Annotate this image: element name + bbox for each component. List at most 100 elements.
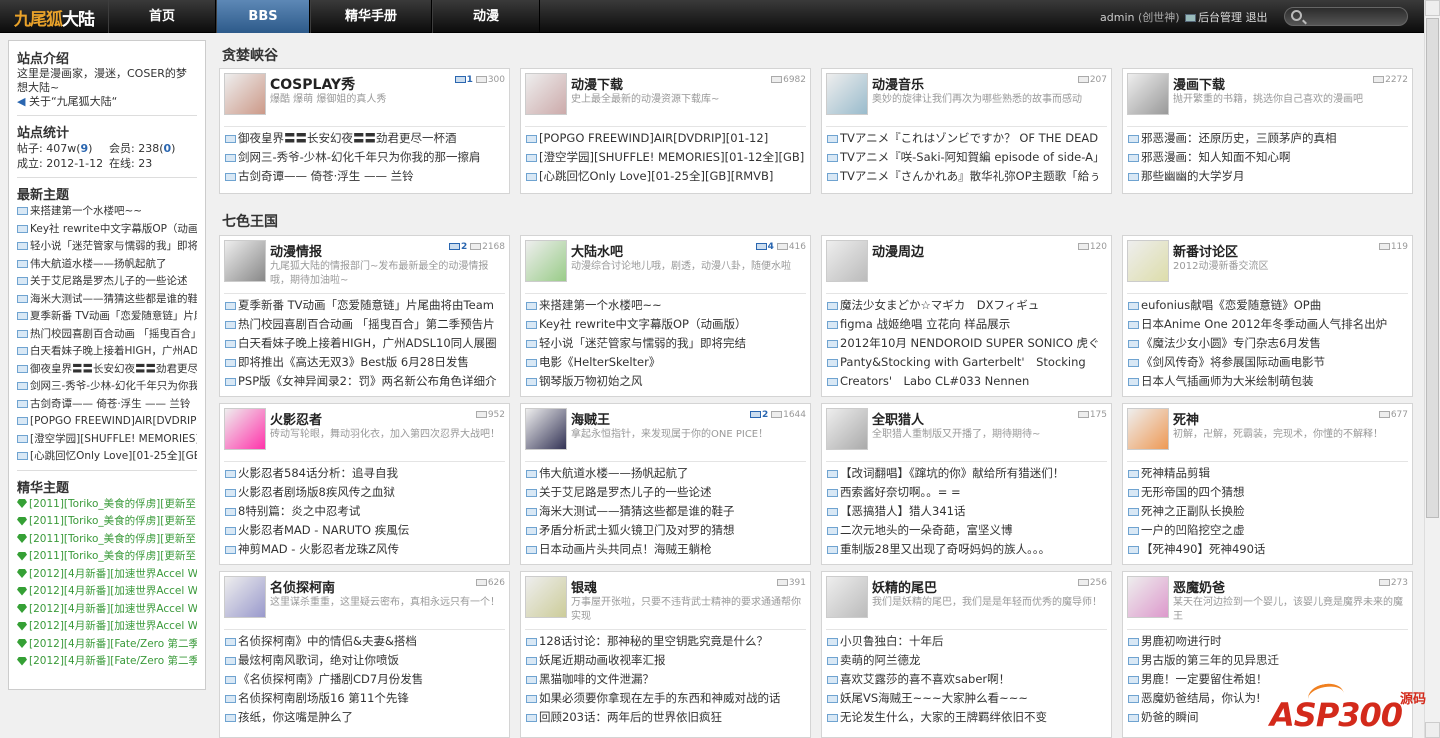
topic-link[interactable]: 无论发生什么，大家的王牌羁绊依旧不变 bbox=[827, 708, 1109, 727]
board-title[interactable]: 海贼王 bbox=[571, 409, 610, 428]
topic-link[interactable]: 《剑风传奇》将参展国际动画电影节 bbox=[1128, 353, 1410, 372]
board-avatar-icon[interactable] bbox=[224, 240, 266, 282]
topic-link[interactable]: 最炫柯南风歌词，绝对让你喷饭 bbox=[225, 651, 507, 670]
topic-link[interactable]: 【改词翻唱】《蹿坑的你》献给所有猎迷们！ bbox=[827, 464, 1109, 483]
topic-link[interactable]: 那些幽幽的大学岁月 bbox=[1128, 167, 1410, 186]
board-avatar-icon[interactable] bbox=[525, 408, 567, 450]
topic-link[interactable]: [POPGO FREEWIND]AIR[DVDRIP][01-12] bbox=[526, 129, 808, 148]
topic-link[interactable]: 热门校园喜剧百合动画 「摇曳百合」第二季预告片 bbox=[225, 315, 507, 334]
topic-link[interactable]: 剑网三-秀爷-少林-幻化千年只为你我的那一擦肩 bbox=[225, 148, 507, 167]
topic-link[interactable]: 《魔法少女小圆》专门杂志6月发售 bbox=[1128, 334, 1410, 353]
topic-link[interactable]: Panty&Stocking with Garterbelt' Stocking bbox=[827, 353, 1109, 372]
topic-link[interactable]: 神剪MAD - 火影忍者龙珠Z风传 bbox=[225, 540, 507, 559]
board-avatar-icon[interactable] bbox=[826, 408, 868, 450]
topic-link[interactable]: 名侦探柯南》中的情侣&夫妻&搭档 bbox=[225, 632, 507, 651]
board-avatar-icon[interactable] bbox=[525, 576, 567, 618]
topic-link[interactable]: 喜欢艾露莎的喜不喜欢saber啊！ bbox=[827, 670, 1109, 689]
elite-topic-item[interactable]: [2012][4月新番][Fate/Zero 第二季 bbox=[17, 636, 197, 654]
topic-link[interactable]: 火影忍者剧场版8疾风传之血狱 bbox=[225, 483, 507, 502]
latest-topic-item[interactable]: [心跳回忆Only Love][01-25全][GB][RMVB] bbox=[17, 448, 197, 466]
latest-topic-item[interactable]: 海米大测试——猜猜这些都是谁的鞋子 bbox=[17, 291, 197, 309]
latest-topic-item[interactable]: 热门校园喜剧百合动画 「摇曳百合」第二季 bbox=[17, 326, 197, 344]
topic-link[interactable]: 孩纸，你这嘴是肿么了 bbox=[225, 708, 507, 727]
topic-link[interactable]: 白天看妹子晚上接着HIGH，广州ADSL10同人展圈 bbox=[225, 334, 507, 353]
board-title[interactable]: 名侦探柯南 bbox=[270, 577, 335, 596]
topic-link[interactable]: 死神之正副队长换脸 bbox=[1128, 502, 1410, 521]
about-link[interactable]: ◀ 关于“九尾狐大陆“ bbox=[17, 95, 197, 109]
topic-link[interactable]: 关于艾尼路是罗杰儿子的一些论述 bbox=[526, 483, 808, 502]
board-title[interactable]: 恶魔奶爸 bbox=[1173, 577, 1225, 596]
board-avatar-icon[interactable] bbox=[826, 576, 868, 618]
nav-home[interactable]: 首页 bbox=[108, 0, 216, 33]
topic-link[interactable]: TVアニメ『咲-Saki-阿知賀編 episode of side-A」 bbox=[827, 148, 1109, 167]
board-title[interactable]: 大陆水吧 bbox=[571, 241, 623, 260]
elite-topic-item[interactable]: [2012][4月新番][加速世界Accel W bbox=[17, 583, 197, 601]
nav-elite-manual[interactable]: 精华手册 bbox=[310, 0, 432, 33]
topic-link[interactable]: 钢琴版万物初始之风 bbox=[526, 372, 808, 391]
latest-topic-item[interactable]: 古剑奇谭—— 倚苍·浮生 —— 兰铃 bbox=[17, 396, 197, 414]
elite-topic-item[interactable]: [2011][Toriko_美食的俘虏][更新至 bbox=[17, 496, 197, 514]
board-title[interactable]: 漫画下载 bbox=[1173, 74, 1225, 93]
elite-topic-item[interactable]: [2011][Toriko_美食的俘虏][更新至 bbox=[17, 531, 197, 549]
topic-link[interactable]: 日本人气插画师为大米绘制萌包装 bbox=[1128, 372, 1410, 391]
topic-link[interactable]: 火影忍者584话分析：追寻自我 bbox=[225, 464, 507, 483]
logout-link[interactable]: 退出 bbox=[1246, 11, 1268, 24]
topic-link[interactable]: 电影《HelterSkelter》 bbox=[526, 353, 808, 372]
board-title[interactable]: 妖精的尾巴 bbox=[872, 577, 937, 596]
board-avatar-icon[interactable] bbox=[1127, 240, 1169, 282]
board-avatar-icon[interactable] bbox=[826, 73, 868, 115]
board-title[interactable]: 动漫下载 bbox=[571, 74, 623, 93]
mail-icon[interactable] bbox=[1185, 14, 1197, 22]
board-avatar-icon[interactable] bbox=[525, 240, 567, 282]
topic-link[interactable]: eufonius献唱《恋爱随意链》OP曲 bbox=[1128, 296, 1410, 315]
topic-link[interactable]: 海米大测试——猜猜这些都是谁的鞋子 bbox=[526, 502, 808, 521]
latest-topic-item[interactable]: 关于艾尼路是罗杰儿子的一些论述 bbox=[17, 273, 197, 291]
topic-link[interactable]: 古剑奇谭—— 倚苍·浮生 —— 兰铃 bbox=[225, 167, 507, 186]
board-title[interactable]: 火影忍者 bbox=[270, 409, 322, 428]
topic-link[interactable]: Key社 rewrite中文字幕版OP（动画版） bbox=[526, 315, 808, 334]
latest-topic-item[interactable]: [POPGO FREEWIND]AIR[DVDRIP][01-12] bbox=[17, 413, 197, 431]
topic-link[interactable]: [心跳回忆Only Love][01-25全][GB][RMVB] bbox=[526, 167, 808, 186]
topic-link[interactable]: 伟大航道水楼——扬帆起航了 bbox=[526, 464, 808, 483]
board-avatar-icon[interactable] bbox=[1127, 408, 1169, 450]
latest-topic-item[interactable]: 伟大航道水楼——扬帆起航了 bbox=[17, 256, 197, 274]
topic-link[interactable]: 回顾203话：两年后的世界依旧疯狂 bbox=[526, 708, 808, 727]
board-title[interactable]: 银魂 bbox=[571, 577, 597, 596]
topic-link[interactable]: 【死神490】死神490话 bbox=[1128, 540, 1410, 559]
latest-topic-item[interactable]: Key社 rewrite中文字幕版OP（动画版） bbox=[17, 221, 197, 239]
topic-link[interactable]: 死神精品剪辑 bbox=[1128, 464, 1410, 483]
topic-link[interactable]: 御夜皇界〓〓长安幻夜〓〓劲君更尽一杯酒 bbox=[225, 129, 507, 148]
site-logo[interactable]: 九尾狐大陆 bbox=[14, 5, 95, 30]
topic-link[interactable]: [澄空学园][SHUFFLE! MEMORIES][01-12全][GB] bbox=[526, 148, 808, 167]
topic-link[interactable]: 黑猫咖啡的文件泄漏？ bbox=[526, 670, 808, 689]
topic-link[interactable]: 来搭建第一个水楼吧~~ bbox=[526, 296, 808, 315]
latest-topic-item[interactable]: 剑网三-秀爷-少林-幻化千年只为你我的 bbox=[17, 378, 197, 396]
topic-link[interactable]: 轻小说「迷茫管家与懦弱的我」即将完结 bbox=[526, 334, 808, 353]
elite-topic-item[interactable]: [2012][4月新番][加速世界Accel W bbox=[17, 566, 197, 584]
topic-link[interactable]: PSP版《女神异闻录2：罚》两名新公布角色详细介 bbox=[225, 372, 507, 391]
topic-link[interactable]: 西索酱好奈切啊。。= = bbox=[827, 483, 1109, 502]
topic-link[interactable]: 《名侦探柯南》广播剧CD7月份发售 bbox=[225, 670, 507, 689]
topic-link[interactable]: 一户的凹陷挖空之虚 bbox=[1128, 521, 1410, 540]
page-scrollbar[interactable] bbox=[1424, 0, 1440, 738]
topic-link[interactable]: 日本动画片头共同点！海贼王躺枪 bbox=[526, 540, 808, 559]
topic-link[interactable]: 日本Anime One 2012年冬季动画人气排名出炉 bbox=[1128, 315, 1410, 334]
topic-link[interactable]: 2012年10月 NENDOROID SUPER SONICO 虎ぐ bbox=[827, 334, 1109, 353]
topic-link[interactable]: 男鹿初吻进行时 bbox=[1128, 632, 1410, 651]
nav-bbs[interactable]: BBS bbox=[216, 0, 310, 33]
topic-link[interactable]: 卖萌的阿兰德龙 bbox=[827, 651, 1109, 670]
board-avatar-icon[interactable] bbox=[525, 73, 567, 115]
topic-link[interactable]: 重制版28里又出现了奇呀妈妈的族人。。。 bbox=[827, 540, 1109, 559]
nav-anime[interactable]: 动漫 bbox=[432, 0, 540, 33]
topic-link[interactable]: 名侦探柯南剧场版16 第11个先锋 bbox=[225, 689, 507, 708]
topic-link[interactable]: 妖尾VS海贼王~~~大家肿么看~~~ bbox=[827, 689, 1109, 708]
board-avatar-icon[interactable] bbox=[826, 240, 868, 282]
board-title[interactable]: COSPLAY秀 bbox=[270, 74, 355, 94]
latest-topic-item[interactable]: 轻小说「迷茫管家与懦弱的我」即将完结 bbox=[17, 238, 197, 256]
admin-link[interactable]: 后台管理 bbox=[1198, 11, 1242, 24]
latest-topic-item[interactable]: 夏季新番 TV动画「恋爱随意链」片尾曲 bbox=[17, 308, 197, 326]
latest-topic-item[interactable]: 御夜皇界〓〓长安幻夜〓〓劲君更尽一杯 bbox=[17, 361, 197, 379]
topic-link[interactable]: 8特别篇：炎之中忍考试 bbox=[225, 502, 507, 521]
topic-link[interactable]: 男古版的第三年的见异思迁 bbox=[1128, 651, 1410, 670]
topic-link[interactable]: Creators' Labo CL#033 Nennen bbox=[827, 372, 1109, 391]
